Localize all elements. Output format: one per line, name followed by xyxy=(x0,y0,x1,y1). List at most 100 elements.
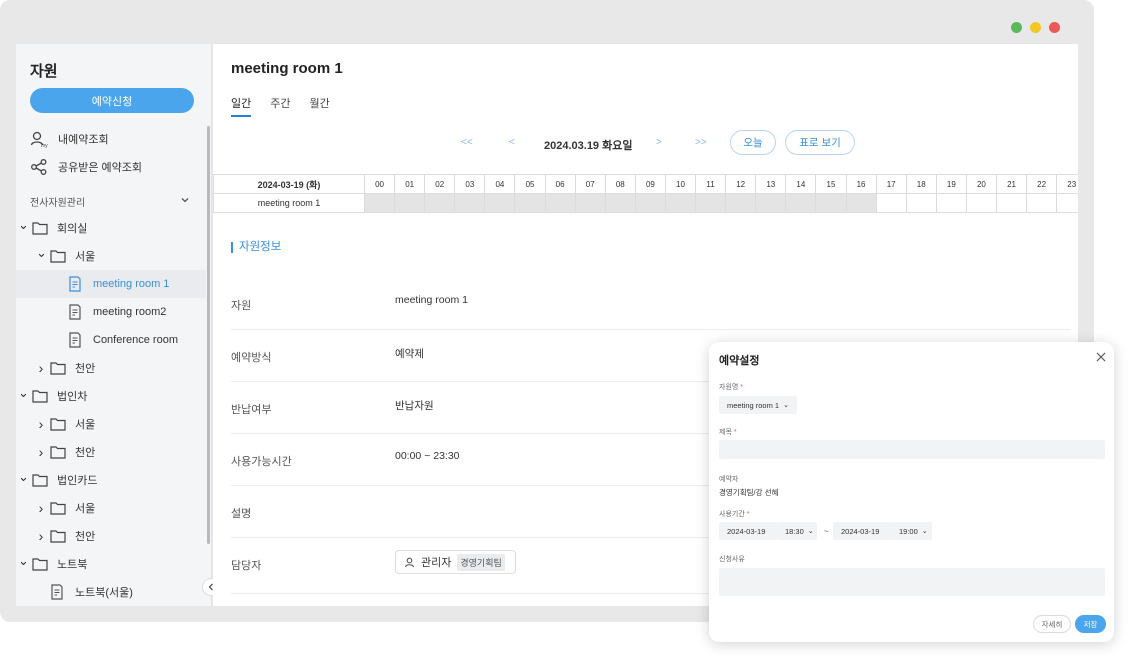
sidebar-scrollbar[interactable] xyxy=(207,126,210,544)
schedule-date-header: 2024-03-19 (화) xyxy=(213,174,365,194)
hour-slot[interactable] xyxy=(604,193,636,213)
hour-slot[interactable] xyxy=(424,193,456,213)
chevron-right-icon[interactable]: › xyxy=(36,528,46,544)
info-key: 담당자 xyxy=(231,560,262,572)
hour-header: 11 xyxy=(695,174,727,194)
hour-slot[interactable] xyxy=(514,193,546,213)
detail-button[interactable]: 자세히 xyxy=(1033,615,1071,633)
chevron-right-icon[interactable]: › xyxy=(36,444,46,460)
tree-item[interactable]: ⌄ 서울 xyxy=(16,242,206,270)
schedule-grid: 2024-03-19 (화) 00 01 02 03 04 05 06 07 08 09 10 11 12… xyxy=(213,174,1078,213)
hour-slot[interactable] xyxy=(1056,193,1078,213)
hour-header: 14 xyxy=(785,174,817,194)
tree-item-label: 서울 xyxy=(75,503,96,515)
hour-slot[interactable] xyxy=(363,193,396,213)
chevron-down-icon: ⌄ xyxy=(807,528,814,535)
first-page-button[interactable]: << xyxy=(461,137,473,148)
tree-item[interactable]: ⌄ 법인차 xyxy=(16,382,206,410)
period-field-label: 사용기간 * xyxy=(719,511,750,518)
hour-slot[interactable] xyxy=(394,193,426,213)
close-window-button[interactable] xyxy=(1049,22,1060,33)
tree-item[interactable]: ⌄ 회의실 xyxy=(16,214,206,242)
hour-slot[interactable] xyxy=(965,193,997,213)
tab-weekly[interactable]: 주간 xyxy=(270,95,290,117)
reason-textarea[interactable] xyxy=(719,568,1105,596)
chevron-right-icon[interactable]: › xyxy=(36,360,46,376)
close-dialog-button[interactable] xyxy=(1096,350,1106,364)
start-date-select[interactable]: 2024-03-19 xyxy=(719,522,777,540)
chevron-down-icon[interactable]: ⌄ xyxy=(18,553,29,569)
today-button[interactable]: 오늘 xyxy=(730,130,776,155)
hour-header: 15 xyxy=(815,174,847,194)
hour-slot[interactable] xyxy=(875,193,907,213)
sidebar-title: 자원 xyxy=(30,63,58,80)
hour-slot[interactable] xyxy=(695,193,727,213)
chevron-down-icon[interactable]: ⌄ xyxy=(18,385,29,401)
hour-slot[interactable] xyxy=(815,193,847,213)
hour-slot[interactable] xyxy=(995,193,1028,213)
hour-header: 04 xyxy=(484,174,516,194)
hour-slot[interactable] xyxy=(484,193,516,213)
chevron-down-icon[interactable]: ⌄ xyxy=(36,245,47,261)
tree-item[interactable]: 노트북(서울) xyxy=(16,578,206,606)
sidebar-link-shared-reservations[interactable]: 공유받은 예약조회 xyxy=(30,156,142,178)
hour-slot[interactable] xyxy=(664,193,697,213)
tree-item[interactable]: › 천안 xyxy=(16,438,206,466)
chevron-right-icon[interactable]: › xyxy=(36,500,46,516)
tree-item[interactable]: ⌄ 노트북 xyxy=(16,550,206,578)
hour-header: 22 xyxy=(1026,174,1058,194)
tree-item[interactable]: Conference room xyxy=(16,326,206,354)
tab-daily[interactable]: 일간 xyxy=(231,95,252,117)
hour-slot[interactable] xyxy=(454,193,486,213)
tab-monthly[interactable]: 월간 xyxy=(310,95,330,117)
hour-slot[interactable] xyxy=(935,193,967,213)
hour-header: 10 xyxy=(664,174,697,194)
company-resource-section[interactable]: 전사자원관리 xyxy=(30,194,190,209)
end-date-select[interactable]: 2024-03-19 xyxy=(833,522,891,540)
hour-slot[interactable] xyxy=(1026,193,1058,213)
hour-header: 20 xyxy=(965,174,997,194)
tree-item[interactable]: ⌄ 법인카드 xyxy=(16,466,206,494)
chevron-right-icon[interactable]: › xyxy=(36,416,46,432)
subject-input[interactable] xyxy=(719,440,1105,459)
start-time-select[interactable]: 18:30 ⌄ xyxy=(777,522,817,540)
tree-item[interactable]: › 천안 xyxy=(16,522,206,550)
next-day-button[interactable]: > xyxy=(656,137,662,148)
tree-item[interactable]: › 서울 xyxy=(16,410,206,438)
hour-header: 05 xyxy=(514,174,546,194)
end-time-select[interactable]: 19:00 ⌄ xyxy=(891,522,932,540)
dialog-title: 예약설정 xyxy=(719,355,760,367)
tree-item[interactable]: › 천안 xyxy=(16,354,206,382)
close-icon xyxy=(1096,352,1106,362)
hour-slot[interactable] xyxy=(845,193,877,213)
sidebar-link-my-reservations[interactable]: my 내예약조회 xyxy=(30,128,109,150)
chevron-down-icon[interactable]: ⌄ xyxy=(18,217,29,233)
hour-slot[interactable] xyxy=(755,193,787,213)
hour-slot[interactable] xyxy=(544,193,576,213)
minimize-window-button[interactable] xyxy=(1011,22,1022,33)
hour-slot[interactable] xyxy=(905,193,937,213)
last-page-button[interactable]: >> xyxy=(695,137,707,148)
share-icon xyxy=(31,159,47,175)
reserve-request-button[interactable]: 예약신청 xyxy=(30,88,194,113)
resource-select[interactable]: meeting room 1 ⌄ xyxy=(719,396,797,414)
hour-slot[interactable] xyxy=(725,193,757,213)
manager-chip[interactable]: 관리자 경영기획팀 xyxy=(395,550,516,574)
tree-item[interactable]: › 서울 xyxy=(16,494,206,522)
hour-slot[interactable] xyxy=(574,193,606,213)
booker-value: 경영기획팀/강 선혜 xyxy=(719,488,779,497)
maximize-window-button[interactable] xyxy=(1030,22,1041,33)
hour-slot[interactable] xyxy=(634,193,666,213)
resource-doc-icon xyxy=(51,584,63,600)
chevron-down-icon[interactable]: ⌄ xyxy=(18,469,29,485)
tree-item[interactable]: meeting room2 xyxy=(16,298,206,326)
prev-day-button[interactable]: < xyxy=(509,137,515,148)
table-view-button[interactable]: 표로 보기 xyxy=(785,130,855,155)
tree-item[interactable]: meeting room 1 xyxy=(16,270,206,298)
hour-header: 12 xyxy=(725,174,757,194)
save-button[interactable]: 저장 xyxy=(1075,615,1106,633)
folder-icon xyxy=(50,446,66,459)
hour-slot[interactable] xyxy=(785,193,817,213)
info-value: meeting room 1 xyxy=(395,294,468,306)
chevron-down-icon: ⌄ xyxy=(921,528,928,535)
